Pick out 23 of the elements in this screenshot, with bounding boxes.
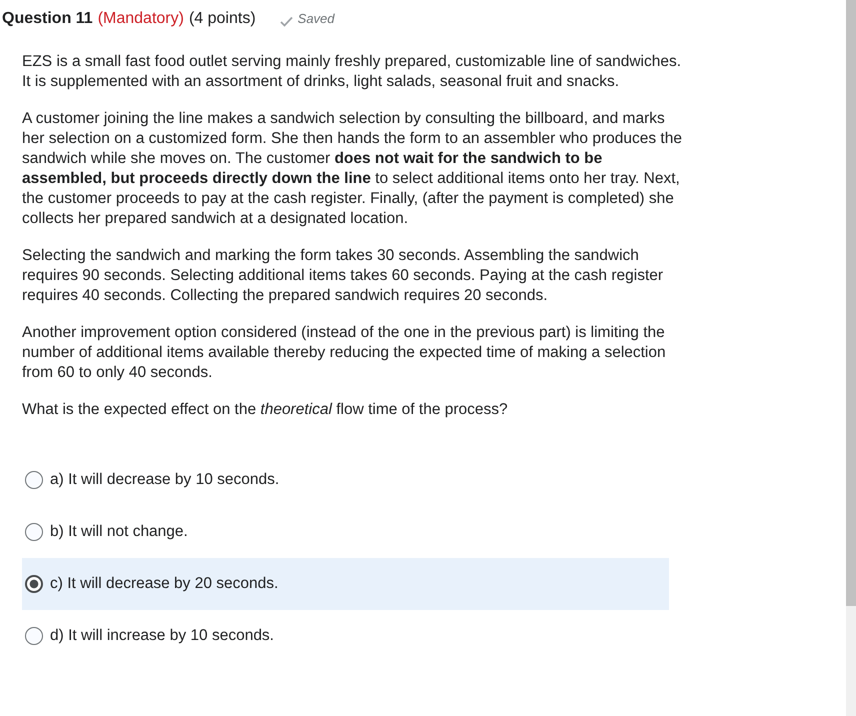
- option-label: c) It will decrease by 20 seconds.: [50, 575, 278, 593]
- answer-option[interactable]: b) It will not change.: [22, 506, 669, 558]
- question-paragraph: What is the expected effect on the theoretical flow time of the process?: [22, 400, 509, 420]
- saved-status: Saved: [298, 11, 335, 26]
- points-label: (4 points): [188, 10, 256, 28]
- option-label: a) It will decrease by 10 seconds.: [50, 471, 280, 489]
- scrollbar-thumb[interactable]: [846, 0, 856, 606]
- mandatory-label: (Mandatory): [98, 10, 184, 28]
- option-label: d) It will increase by 10 seconds.: [50, 627, 274, 645]
- radio-button[interactable]: [25, 627, 43, 645]
- question-paragraph: A customer joining the line makes a sandwich selection by consulting the billboard, and marks her selection on a customized form. She then hands the form to an assembler who produces the sandwich while she moves on. The customer does not wait for the sandwich to be assembled, but proceeds directly down the line to select additional items onto her tray. Next, the customer proceeds to pay at the cash register. Finally, (after the payment is completed) she collects her prepared sandwich at a designated location.: [22, 109, 682, 229]
- radio-button[interactable]: [25, 575, 43, 593]
- answer-option[interactable]: d) It will increase by 10 seconds.: [22, 610, 669, 662]
- answer-option[interactable]: c) It will decrease by 20 seconds.: [22, 558, 669, 610]
- checkmark-icon: [280, 16, 293, 26]
- radio-button[interactable]: [25, 523, 43, 541]
- question-paragraph: Selecting the sandwich and marking the form takes 30 seconds. Assembling the sandwich requires 90 seconds. Selecting additional items takes 60 seconds. Paying at the cash register requires 40 seconds. Collecting the prepared sandwich requires 20 seconds.: [22, 246, 664, 306]
- option-label: b) It will not change.: [50, 523, 188, 541]
- question-title: Question 11: [2, 10, 93, 28]
- radio-button[interactable]: [25, 471, 43, 489]
- question-paragraph: Another improvement option considered (instead of the one in the previous part) is limiting the number of additional items available thereby reducing the expected time of making a selection from 60 to only 40 seconds.: [22, 323, 667, 383]
- question-paragraph: EZS is a small fast food outlet serving mainly freshly prepared, customizable line of sandwiches. It is supplemented with an assortment of drinks, light salads, seasonal fruit and snacks.: [22, 52, 682, 92]
- answer-option[interactable]: a) It will decrease by 10 seconds.: [22, 454, 669, 506]
